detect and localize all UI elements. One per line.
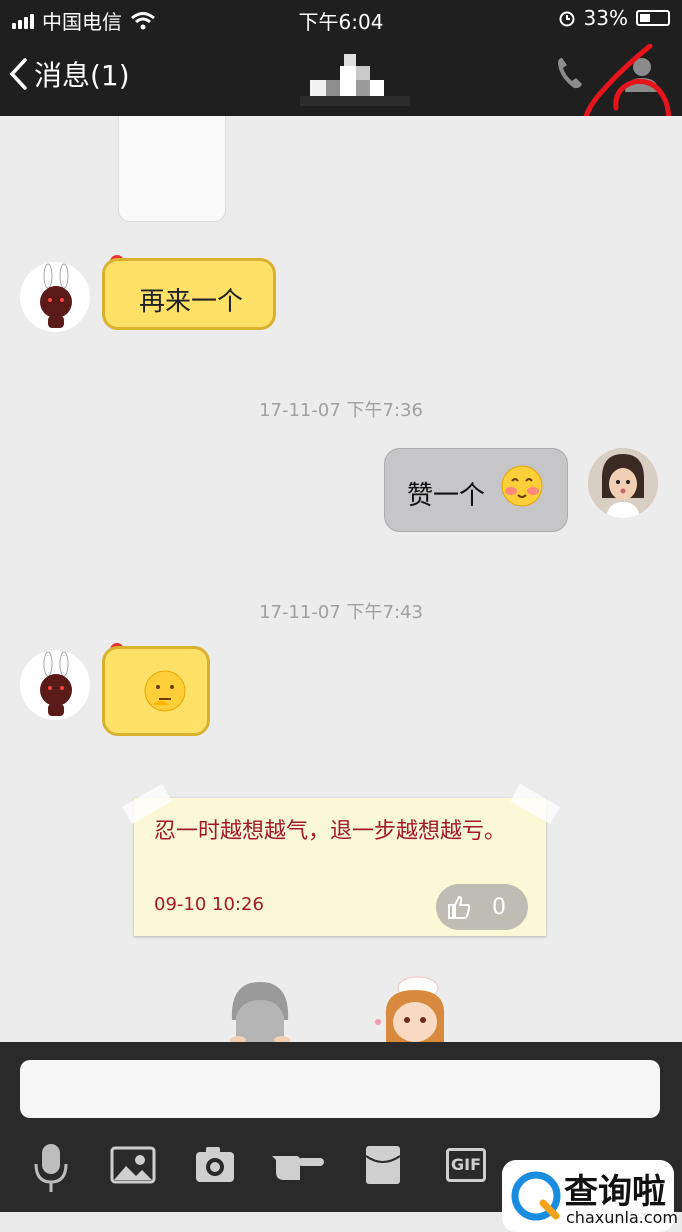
chevron-left-icon (9, 58, 27, 90)
alarm-icon (559, 11, 575, 27)
gif-label: GIF (450, 1155, 481, 1174)
camera-icon[interactable] (194, 1144, 236, 1184)
user-avatar[interactable] (588, 448, 658, 518)
note-card[interactable]: 忍一时越想越气，退一步越想越亏。 09-10 10:26 0 (122, 783, 560, 936)
note-date: 09-10 10:26 (154, 894, 264, 915)
timestamp: 17-11-07 下午7:36 (259, 400, 423, 421)
timestamp: 17-11-07 下午7:43 (259, 602, 423, 623)
status-bar: 中国电信 下午6:04 33% (0, 0, 682, 36)
contact-avatar[interactable] (20, 650, 90, 720)
watermark: 查询啦 chaxunla.com (502, 1160, 678, 1232)
watermark-domain: chaxunla.com (566, 1208, 678, 1227)
thinking-emoji-icon (144, 670, 186, 712)
image-icon[interactable] (110, 1146, 156, 1184)
message-bubble-outgoing[interactable]: 赞一个 (384, 448, 568, 532)
rabbit-avatar-icon (40, 651, 72, 716)
like-button[interactable]: 0 (436, 884, 528, 930)
message-input[interactable] (20, 1060, 660, 1118)
blush-emoji-icon (501, 465, 543, 507)
watermark-brand: 查询啦 (564, 1172, 666, 1212)
girl-avatar-icon (588, 448, 658, 518)
poke-hand-icon[interactable] (270, 1146, 326, 1182)
like-count: 0 (492, 894, 506, 920)
message-text: 再来一个 (139, 287, 244, 317)
battery-percent: 33% (583, 6, 628, 30)
watermark-logo-icon (511, 1171, 561, 1221)
red-packet-icon[interactable] (364, 1144, 402, 1186)
status-right: 33% (558, 6, 670, 30)
microphone-icon[interactable] (32, 1142, 70, 1194)
note-text: 忍一时越想越气，退一步越想越亏。 (154, 819, 507, 844)
back-label: 消息(1) (34, 59, 130, 92)
chat-area[interactable]: 再来一个 17-11-07 下午7:36 赞一个 17-11-07 下午7:43 (0, 116, 682, 1042)
girl-character-icon (375, 976, 445, 1042)
boy-character-icon (230, 982, 290, 1042)
contact-name-pixelated[interactable] (300, 50, 410, 106)
gif-button[interactable]: GIF (446, 1148, 486, 1182)
previous-message-bubble[interactable] (118, 116, 226, 222)
thumbs-up-icon (448, 895, 471, 919)
nav-bar: 消息(1) (0, 36, 682, 154)
battery-icon (636, 10, 670, 26)
rabbit-avatar-icon (40, 263, 72, 328)
message-bubble-incoming[interactable] (102, 646, 210, 736)
contact-avatar[interactable] (20, 262, 90, 332)
input-area: GIF 查询啦 chaxunla.com (0, 1042, 682, 1232)
message-text: 赞一个 (407, 481, 486, 511)
message-bubble-incoming[interactable]: 再来一个 (102, 258, 276, 330)
back-button[interactable]: 消息(1) (8, 54, 130, 94)
